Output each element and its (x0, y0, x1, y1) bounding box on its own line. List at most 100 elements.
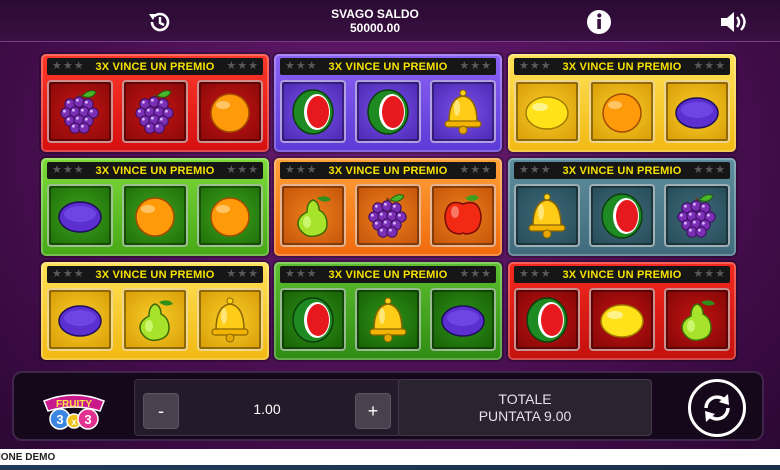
footer-strip (0, 465, 780, 470)
symbol-cell[interactable] (514, 184, 580, 247)
stars-decoration: ★ ★ ★ (226, 268, 258, 280)
scratch-card[interactable]: ★ ★ ★ 3X VINCE UN PREMIO ★ ★ ★ (274, 158, 502, 256)
card-title: 3X VINCE UN PREMIO (95, 164, 215, 177)
plum-icon (671, 86, 723, 138)
stars-decoration: ★ ★ ★ (285, 60, 317, 72)
fruity-3x3-logo: FRUITY 3 x 3 (38, 387, 110, 431)
card-title: 3X VINCE UN PREMIO (328, 268, 448, 281)
game-stage: SVAGO SALDO 50000.00 ★ ★ ★ 3X VINCE UN PREM… (0, 0, 780, 449)
total-label: TOTALE (498, 391, 552, 407)
stars-decoration: ★ ★ ★ (693, 268, 725, 280)
symbol-cell[interactable] (589, 184, 655, 247)
symbol-cell[interactable] (355, 288, 421, 351)
plum-icon (437, 294, 489, 346)
lemon-icon (521, 86, 573, 138)
symbol-cell[interactable] (589, 80, 655, 143)
stars-decoration: ★ ★ ★ (459, 268, 491, 280)
sound-icon (721, 12, 746, 32)
symbol-cell[interactable] (589, 288, 655, 351)
stars-decoration: ★ ★ ★ (459, 60, 491, 72)
plum-icon (54, 294, 106, 346)
scratch-card[interactable]: ★ ★ ★ 3X VINCE UN PREMIO ★ ★ ★ (508, 54, 736, 152)
card-header: ★ ★ ★ 3X VINCE UN PREMIO ★ ★ ★ (514, 266, 730, 283)
symbol-cell[interactable] (47, 288, 113, 351)
card-title: 3X VINCE UN PREMIO (562, 268, 682, 281)
scratch-card[interactable]: ★ ★ ★ 3X VINCE UN PREMIO ★ ★ ★ (274, 262, 502, 360)
decrease-stake-button[interactable]: - (143, 393, 179, 429)
balance-display: SVAGO SALDO 50000.00 (300, 7, 450, 35)
increase-stake-button[interactable]: + (355, 393, 391, 429)
symbol-cell[interactable] (355, 80, 421, 143)
pear-icon (129, 294, 181, 346)
symbol-cell[interactable] (280, 184, 346, 247)
symbol-cell[interactable] (197, 184, 263, 247)
symbol-cell[interactable] (514, 80, 580, 143)
card-cells (47, 288, 263, 351)
symbol-cell[interactable] (122, 184, 188, 247)
symbol-cell[interactable] (197, 288, 263, 351)
card-cells (280, 80, 496, 143)
info-button[interactable] (583, 6, 615, 38)
card-title: 3X VINCE UN PREMIO (562, 60, 682, 73)
card-title: 3X VINCE UN PREMIO (95, 268, 215, 281)
orange-icon (204, 86, 256, 138)
symbol-cell[interactable] (47, 80, 113, 143)
card-title: 3X VINCE UN PREMIO (95, 60, 215, 73)
watermelon-icon (287, 294, 339, 346)
scratch-card[interactable]: ★ ★ ★ 3X VINCE UN PREMIO ★ ★ ★ (508, 158, 736, 256)
symbol-cell[interactable] (122, 288, 188, 351)
scratch-card[interactable]: ★ ★ ★ 3X VINCE UN PREMIO ★ ★ ★ (508, 262, 736, 360)
watermelon-icon (287, 86, 339, 138)
card-header: ★ ★ ★ 3X VINCE UN PREMIO ★ ★ ★ (47, 162, 263, 179)
stars-decoration: ★ ★ ★ (285, 268, 317, 280)
symbol-cell[interactable] (122, 80, 188, 143)
grapes-icon (362, 190, 414, 242)
card-header: ★ ★ ★ 3X VINCE UN PREMIO ★ ★ ★ (514, 58, 730, 75)
symbol-cell[interactable] (430, 80, 496, 143)
scratch-card[interactable]: ★ ★ ★ 3X VINCE UN PREMIO ★ ★ ★ (274, 54, 502, 152)
stars-decoration: ★ ★ ★ (519, 164, 551, 176)
stars-decoration: ★ ★ ★ (52, 268, 84, 280)
symbol-cell[interactable] (430, 288, 496, 351)
scratch-card[interactable]: ★ ★ ★ 3X VINCE UN PREMIO ★ ★ ★ (41, 262, 269, 360)
history-button[interactable] (144, 6, 176, 38)
symbol-cell[interactable] (280, 80, 346, 143)
symbol-cell[interactable] (664, 184, 730, 247)
card-header: ★ ★ ★ 3X VINCE UN PREMIO ★ ★ ★ (280, 58, 496, 75)
grapes-icon (671, 190, 723, 242)
history-icon (149, 12, 170, 32)
top-bar: SVAGO SALDO 50000.00 (0, 0, 780, 42)
bell-icon (362, 294, 414, 346)
watermelon-icon (596, 190, 648, 242)
symbol-cell[interactable] (280, 288, 346, 351)
stake-selector: - 1.00 + (134, 379, 402, 436)
watermelon-icon (362, 86, 414, 138)
sound-button[interactable] (717, 6, 749, 38)
play-button[interactable] (688, 379, 746, 437)
symbol-cell[interactable] (430, 184, 496, 247)
grapes-icon (129, 86, 181, 138)
card-header: ★ ★ ★ 3X VINCE UN PREMIO ★ ★ ★ (280, 162, 496, 179)
stake-value: 1.00 (253, 401, 281, 417)
watermelon-icon (521, 294, 573, 346)
symbol-cell[interactable] (355, 184, 421, 247)
stars-decoration: ★ ★ ★ (226, 60, 258, 72)
scratch-card[interactable]: ★ ★ ★ 3X VINCE UN PREMIO ★ ★ ★ (41, 158, 269, 256)
symbol-cell[interactable] (664, 288, 730, 351)
symbol-cell[interactable] (514, 288, 580, 351)
symbol-cell[interactable] (47, 184, 113, 247)
symbol-cell[interactable] (664, 80, 730, 143)
card-cells (514, 184, 730, 247)
card-title: 3X VINCE UN PREMIO (328, 164, 448, 177)
card-title: 3X VINCE UN PREMIO (328, 60, 448, 73)
info-icon (587, 10, 611, 34)
orange-icon (204, 190, 256, 242)
svg-text:x: x (71, 417, 76, 427)
scratch-card[interactable]: ★ ★ ★ 3X VINCE UN PREMIO ★ ★ ★ (41, 54, 269, 152)
card-cells (47, 184, 263, 247)
total-value: PUNTATA 9.00 (478, 408, 572, 424)
card-header: ★ ★ ★ 3X VINCE UN PREMIO ★ ★ ★ (280, 266, 496, 283)
demo-mode-label: IONE DEMO (0, 452, 56, 463)
symbol-cell[interactable] (197, 80, 263, 143)
card-cells (514, 288, 730, 351)
